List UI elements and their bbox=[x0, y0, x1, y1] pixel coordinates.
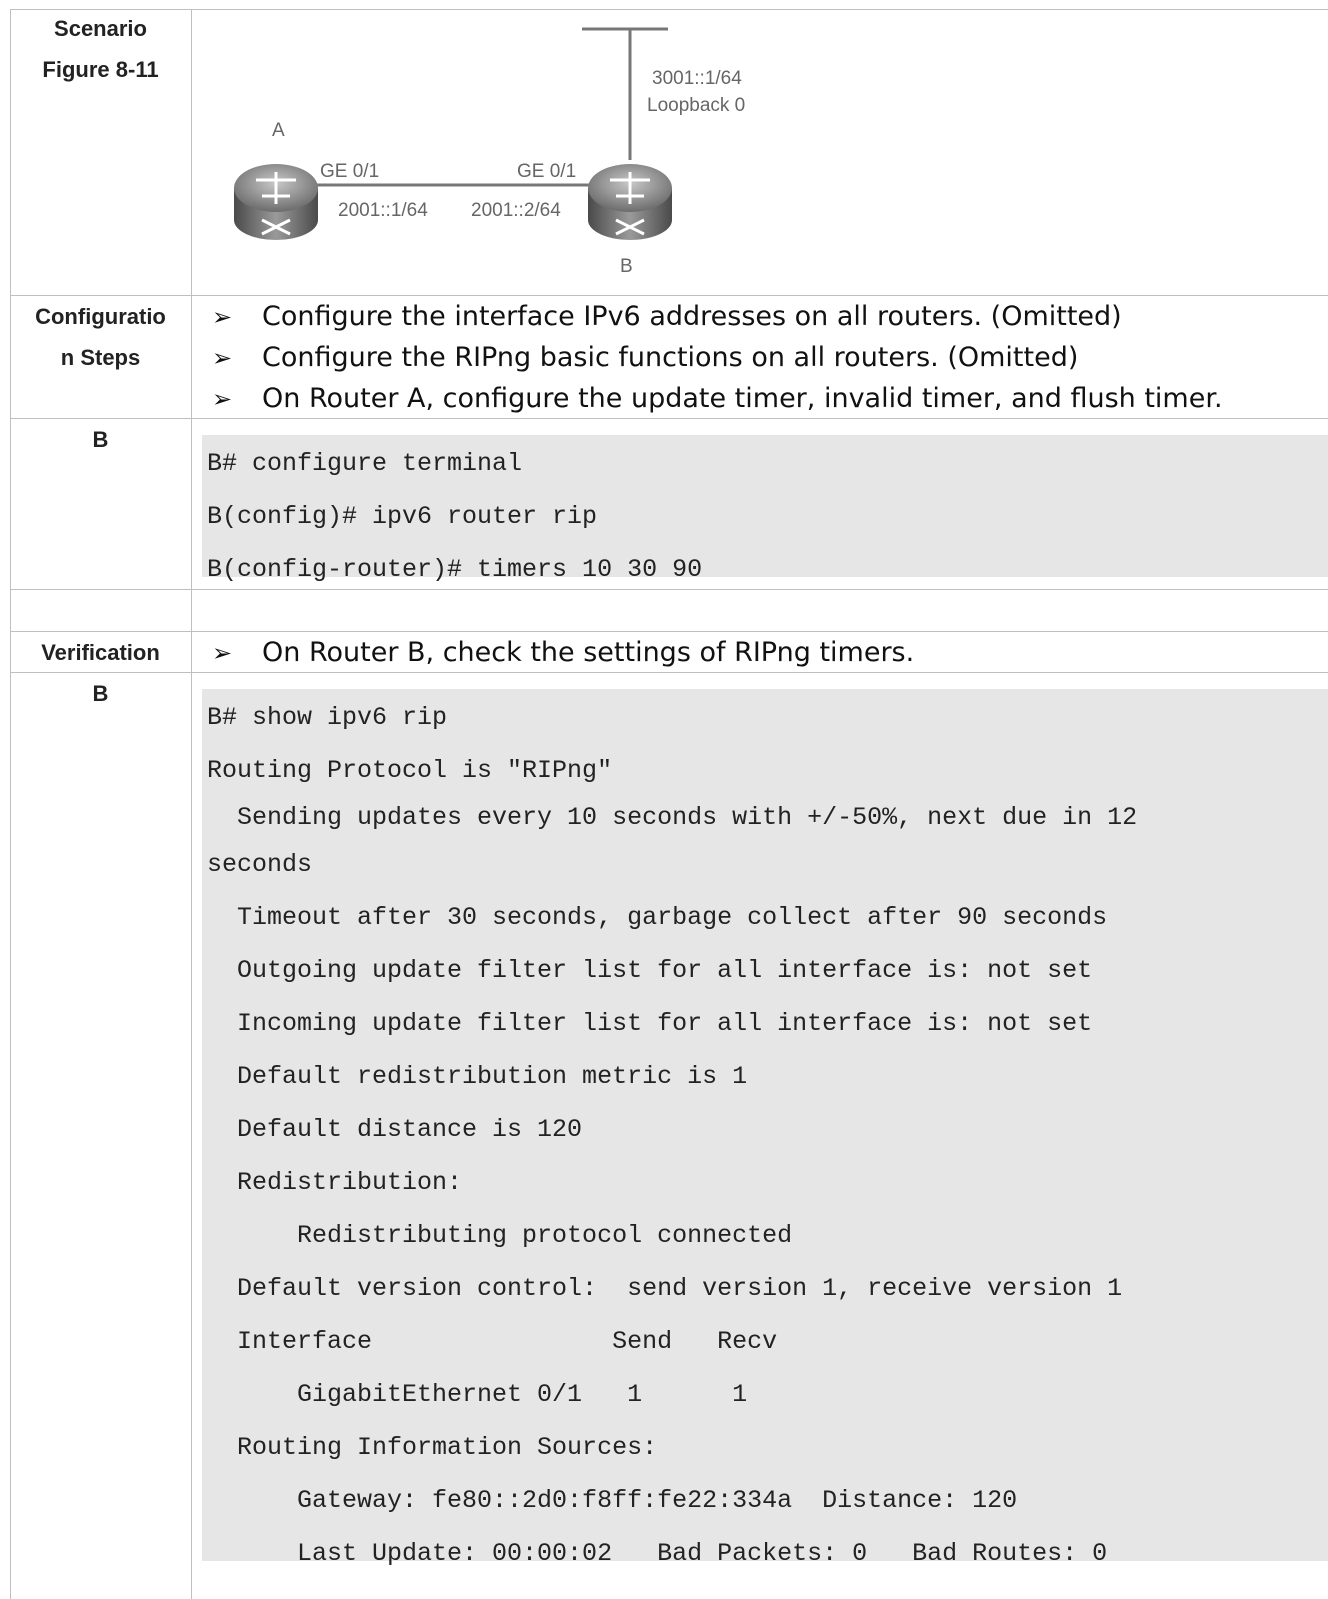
code-line: GigabitEthernet 0/1 1 1 bbox=[207, 1380, 748, 1409]
config-steps-label-line1: Configuratio bbox=[35, 304, 166, 329]
code-line: Redistributing protocol connected bbox=[207, 1221, 793, 1250]
step-text: On Router A, configure the update timer,… bbox=[262, 383, 1223, 414]
verification-label-text: Verification bbox=[41, 640, 160, 665]
router-b-label: B bbox=[620, 256, 633, 277]
router-a-interface: GE 0/1 bbox=[320, 161, 379, 182]
router-b-address: 2001::2/64 bbox=[471, 200, 561, 221]
device-label: B bbox=[92, 427, 109, 452]
router-b-interface: GE 0/1 bbox=[517, 161, 576, 182]
list-item: ➢ On Router B, check the settings of RIPn… bbox=[212, 632, 1328, 673]
arrow-bullet-icon: ➢ bbox=[212, 385, 233, 413]
code-line: B# show ipv6 rip bbox=[207, 703, 448, 732]
code-line: Outgoing update filter list for all inte… bbox=[207, 956, 1093, 985]
loopback-name: Loopback 0 bbox=[647, 95, 745, 116]
list-item: ➢ Configure the RIPng basic functions on … bbox=[212, 337, 1328, 378]
code-line: Routing Information Sources: bbox=[207, 1433, 658, 1462]
code-line: Default version control: send version 1,… bbox=[207, 1274, 1123, 1303]
code-line: Default distance is 120 bbox=[207, 1115, 583, 1144]
table-left-border bbox=[10, 9, 11, 1599]
loopback-address: 3001::1/64 bbox=[652, 68, 742, 89]
code-line: Redistribution: bbox=[207, 1168, 463, 1197]
code-line: Routing Protocol is "RIPng" bbox=[207, 756, 613, 785]
code-line: Interface Send Recv bbox=[207, 1327, 778, 1356]
config-device-label: B bbox=[10, 419, 191, 460]
code-line: Last Update: 00:00:02 Bad Packets: 0 Bad… bbox=[207, 1539, 1108, 1568]
scenario-label-line2: Figure 8-11 bbox=[42, 57, 159, 82]
config-steps-list: ➢ Configure the interface IPv6 addresses … bbox=[212, 296, 1328, 419]
code-line: Incoming update filter list for all inte… bbox=[207, 1009, 1093, 1038]
verification-text: On Router B, check the settings of RIPng… bbox=[262, 637, 915, 668]
scenario-label-line1: Scenario bbox=[54, 16, 147, 41]
verify-code-block: B# show ipv6 rip Routing Protocol is "RIP… bbox=[202, 689, 1328, 1568]
verify-device-label: B bbox=[10, 673, 191, 714]
code-line: B(config)# ipv6 router rip bbox=[207, 502, 598, 531]
code-line: Timeout after 30 seconds, garbage collec… bbox=[207, 903, 1108, 932]
code-line: seconds bbox=[207, 850, 313, 879]
router-a-label: A bbox=[272, 120, 285, 141]
config-steps-label: Configuratio n Steps bbox=[10, 296, 191, 378]
arrow-bullet-icon: ➢ bbox=[212, 344, 233, 372]
code-line: Sending updates every 10 seconds with +/… bbox=[207, 803, 1138, 832]
code-lines: B# show ipv6 rip Routing Protocol is "RIP… bbox=[202, 689, 1328, 1580]
network-topology-diagram: A B GE 0/1 GE 0/1 2001::1/64 2001::2/64 … bbox=[192, 10, 892, 295]
router-a-address: 2001::1/64 bbox=[338, 200, 428, 221]
router-b-icon bbox=[588, 164, 672, 240]
code-line: Gateway: fe80::2d0:f8ff:fe22:334a Distan… bbox=[207, 1486, 1018, 1515]
arrow-bullet-icon: ➢ bbox=[212, 639, 233, 667]
config-code-block: B# configure terminal B(config)# ipv6 rou… bbox=[202, 435, 1328, 584]
list-item: ➢ Configure the interface IPv6 addresses … bbox=[212, 296, 1328, 337]
code-line: Default redistribution metric is 1 bbox=[207, 1062, 748, 1091]
device-label: B bbox=[92, 681, 109, 706]
scenario-label: Scenario Figure 8-11 bbox=[10, 8, 191, 90]
step-text: Configure the interface IPv6 addresses o… bbox=[262, 301, 1122, 332]
config-steps-label-line2: n Steps bbox=[60, 345, 141, 370]
code-line: B# configure terminal bbox=[207, 449, 523, 478]
verification-label: Verification bbox=[10, 632, 191, 673]
arrow-bullet-icon: ➢ bbox=[212, 303, 233, 331]
router-a-icon bbox=[234, 164, 318, 240]
code-line: B(config-router)# timers 10 30 90 bbox=[207, 555, 703, 584]
verification-list: ➢ On Router B, check the settings of RIPn… bbox=[212, 632, 1328, 673]
code-lines: B# configure terminal B(config)# ipv6 rou… bbox=[202, 435, 1328, 596]
list-item: ➢ On Router A, configure the update timer… bbox=[212, 378, 1328, 419]
step-text: Configure the RIPng basic functions on a… bbox=[262, 342, 1079, 373]
